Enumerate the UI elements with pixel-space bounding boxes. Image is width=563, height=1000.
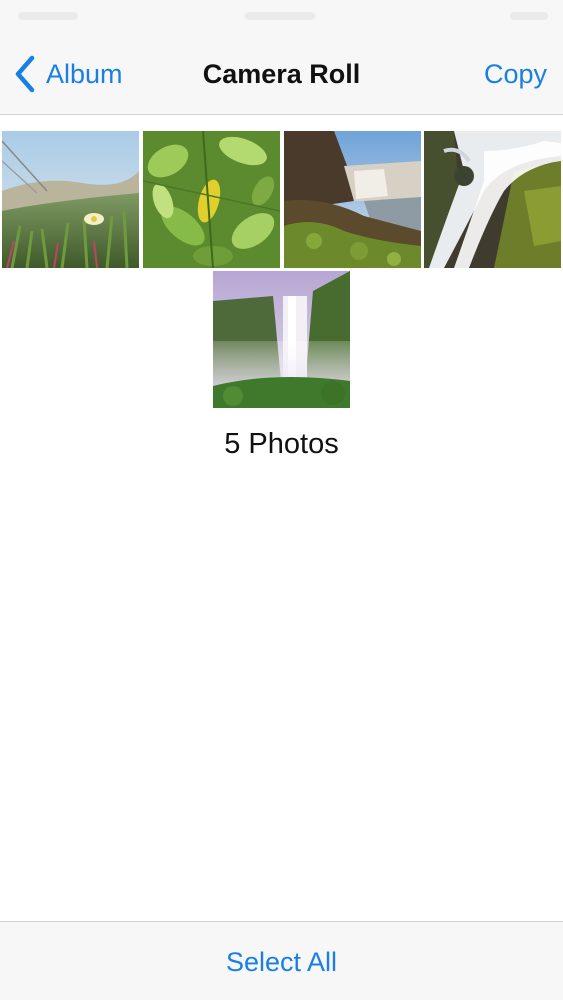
page-title: Camera Roll (202, 59, 361, 89)
photo-misty-waterfall[interactable] (213, 271, 350, 408)
photo-count-label: 5 Photos (224, 428, 339, 460)
bottom-toolbar: Select All (0, 921, 563, 1000)
photo-cascade-rocks[interactable] (424, 131, 561, 268)
select-all-button[interactable]: Select All (0, 942, 563, 982)
status-bar (0, 0, 563, 30)
navigation-bar: Album Camera Roll Copy (0, 30, 563, 115)
photo-green-leaves[interactable] (143, 131, 280, 268)
photo-flowers-meadow[interactable] (2, 131, 139, 268)
photo-waterfall-cliff[interactable] (284, 131, 421, 268)
copy-button[interactable]: Copy (484, 54, 547, 94)
photo-picker-screen: Album Camera Roll Copy 5 Photos Select A… (0, 0, 563, 1000)
